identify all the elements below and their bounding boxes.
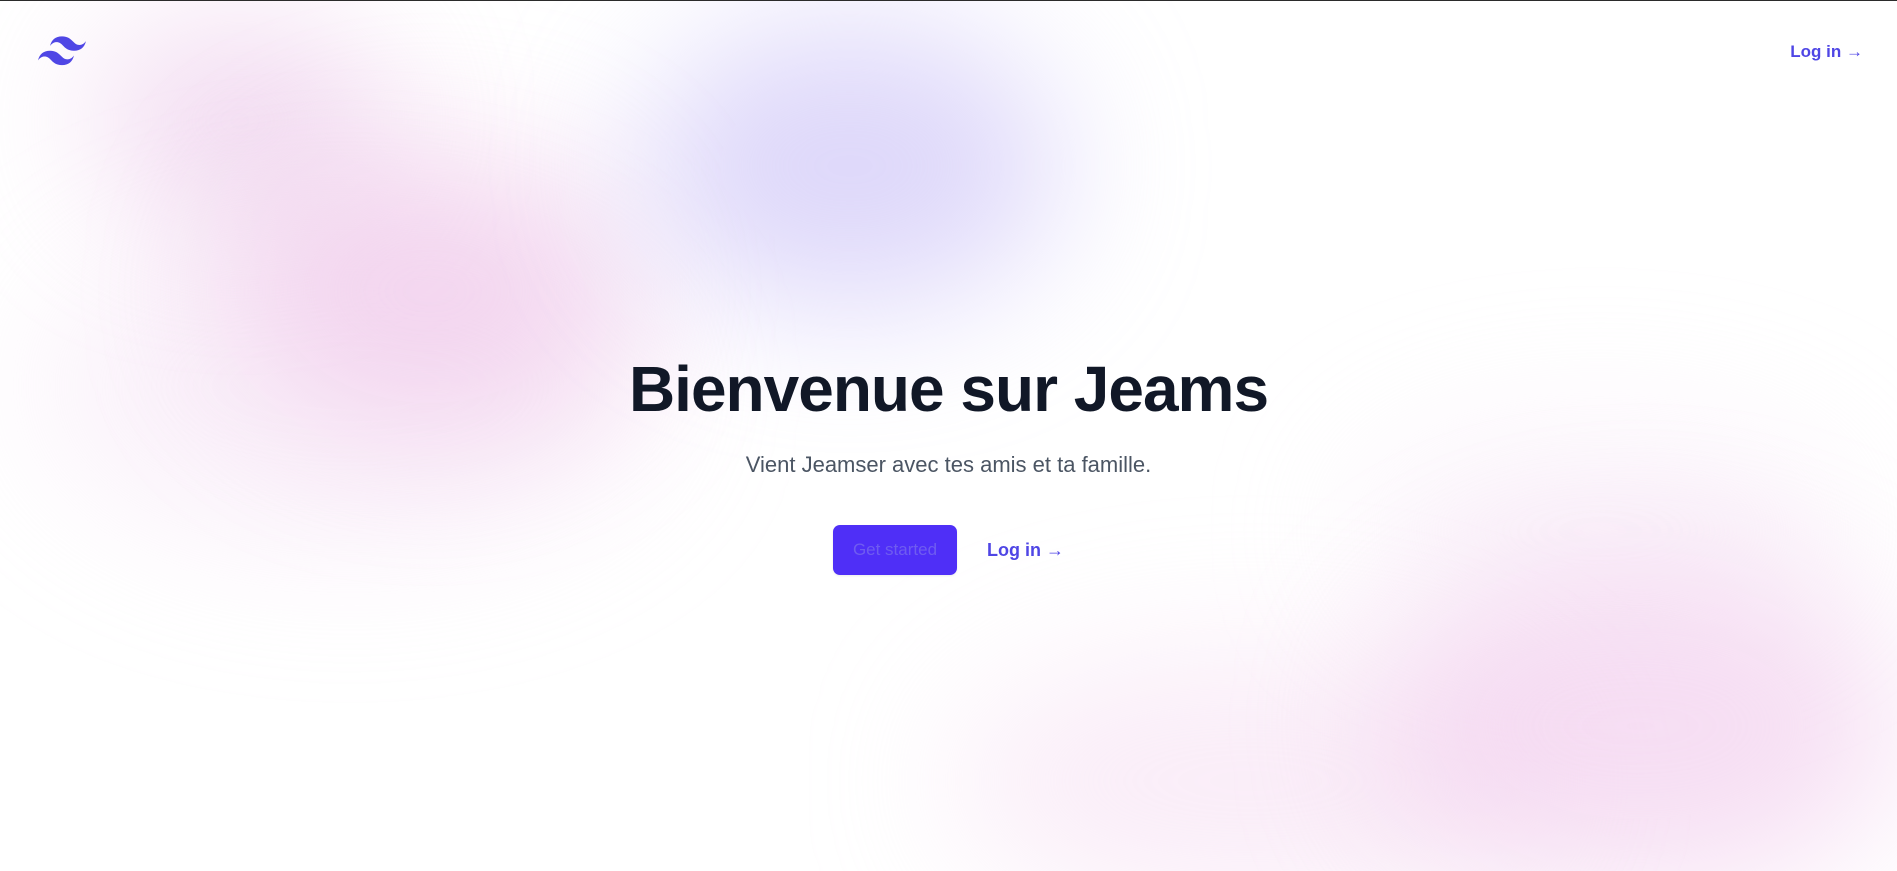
hero-section: Bienvenue sur Jeams Vient Jeamser avec t…	[0, 349, 1897, 575]
site-header: Log in →	[0, 1, 1897, 105]
tailwind-logo-icon[interactable]	[38, 35, 86, 67]
hero-actions: Get started Log in →	[0, 525, 1897, 575]
background-gradient-blob	[1380, 561, 1897, 871]
page-title: Bienvenue sur Jeams	[628, 353, 1269, 425]
header-login-link[interactable]: Log in →	[1790, 42, 1863, 62]
get-started-button[interactable]: Get started	[833, 525, 957, 575]
landing-page: Log in → Bienvenue sur Jeams Vient Jeams…	[0, 0, 1897, 871]
hero-login-link[interactable]: Log in →	[987, 540, 1064, 561]
hero-subtitle: Vient Jeamser avec tes amis et ta famill…	[745, 452, 1152, 477]
background-gradient-blob	[950, 651, 1550, 871]
